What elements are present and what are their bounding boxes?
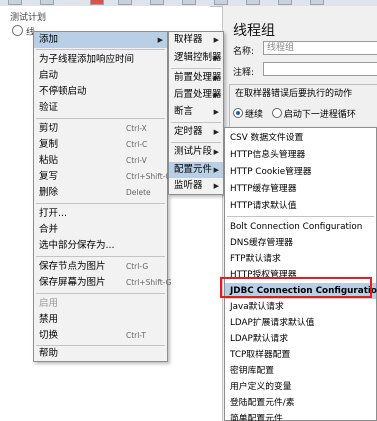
config-element-submenu: CSV 数据文件设置 HTTP信息头管理器 HTTP Cookie管理器 HTT… (224, 127, 377, 421)
error-action-options: 继续 启动下一进程循环 (233, 107, 356, 120)
toolbar-button[interactable] (278, 0, 292, 5)
menu-separator (171, 68, 221, 69)
config-item-java-request-defaults[interactable]: Java默认请求 (225, 299, 376, 315)
config-item-http-cache-manager[interactable]: HTTP缓存管理器 (225, 181, 376, 197)
tree-node-label: 测试计划 (10, 13, 47, 23)
toolbar-button[interactable] (214, 0, 228, 5)
submenu-arrow-icon: ▶ (213, 166, 219, 174)
submenu-arrow-icon: ▶ (213, 148, 219, 156)
submenu-item-sampler[interactable]: 取样器 ▶ (169, 32, 223, 48)
menu-item-merge[interactable]: 合并 (34, 222, 167, 238)
toolbar-button[interactable] (90, 0, 104, 5)
submenu-item-config-element[interactable]: 配置元件 ▶ (169, 162, 223, 178)
menu-separator (36, 203, 165, 204)
toolbar-button[interactable] (40, 0, 54, 5)
tree-node-thread-group[interactable]: 线 (12, 25, 35, 38)
menu-item-disable[interactable]: 禁用 (34, 312, 167, 328)
menu-item-add-response-time[interactable]: 为子线程添加响应时间 (34, 52, 167, 68)
menu-item-delete[interactable]: 删除 Delete (34, 185, 167, 201)
submenu-arrow-icon: ▶ (213, 128, 219, 136)
config-item-simple-config[interactable]: 简单配置元件 (225, 411, 376, 421)
config-item-http-header-manager[interactable]: HTTP信息头管理器 (225, 147, 376, 163)
menu-item-add[interactable]: 添加 ▶ (34, 32, 167, 48)
gear-icon (12, 25, 23, 36)
submenu-item-listener[interactable]: 监听器 ▶ (169, 178, 223, 194)
name-label: 名称: (233, 47, 255, 57)
toolbar-button[interactable] (8, 0, 22, 5)
menu-item-toggle[interactable]: 切换 Ctrl-T (34, 328, 167, 344)
config-item-http-request-defaults[interactable]: HTTP请求默认值 (225, 198, 376, 214)
config-item-keystore-config[interactable]: 密钥库配置 (225, 363, 376, 379)
add-submenu: 取样器 ▶ 逻辑控制器 ▶ 前置处理器 ▶ 后置处理器 ▶ 断言 ▶ 定时器 ▶ 测试片段 ▶… (168, 31, 224, 195)
submenu-item-logic-controller[interactable]: 逻辑控制器 ▶ (169, 50, 223, 66)
menu-item-save-node-image[interactable]: 保存节点为图片 Ctrl-G (34, 259, 167, 275)
menu-item-save-screen-image[interactable]: 保存屏幕为图片 Ctrl+Shift-G (34, 275, 171, 291)
submenu-item-timer[interactable]: 定时器 ▶ (169, 124, 223, 140)
context-menu: 添加 ▶ 为子线程添加响应时间 启动 不停顿启动 验证 剪切 Ctrl-X 复制 Ct… (33, 31, 171, 362)
config-item-bolt-connection[interactable]: Bolt Connection Configuration (225, 219, 376, 235)
menu-separator (171, 122, 221, 123)
menu-item-duplicate[interactable]: 复写 Ctrl+Shift-C (34, 169, 171, 185)
radio-selected-icon (233, 108, 243, 118)
submenu-arrow-icon: ▶ (213, 74, 219, 82)
config-item-dns-cache-manager[interactable]: DNS缓存管理器 (225, 235, 376, 251)
jdbc-highlight-callout (220, 277, 372, 298)
name-field[interactable]: 线程组 (263, 41, 377, 55)
menu-item-start-no-pause[interactable]: 不停顿启动 (34, 84, 167, 100)
menu-item-validate[interactable]: 验证 (34, 100, 167, 116)
menu-separator (171, 142, 221, 143)
menu-separator (36, 118, 165, 119)
toolbar-button[interactable] (310, 0, 324, 5)
menu-separator (36, 256, 165, 257)
menu-item-cut[interactable]: 剪切 Ctrl-X (34, 121, 167, 137)
menu-item-paste[interactable]: 粘贴 Ctrl-V (34, 153, 167, 169)
submenu-item-post-processor[interactable]: 后置处理器 ▶ (169, 87, 223, 103)
submenu-item-pre-processor[interactable]: 前置处理器 ▶ (169, 70, 223, 86)
menu-item-open[interactable]: 打开... (34, 206, 167, 222)
radio-next-loop[interactable]: 启动下一进程循环 (271, 108, 356, 120)
toolbar-button[interactable] (246, 0, 260, 5)
submenu-arrow-icon: ▶ (213, 91, 219, 99)
config-item-tcp-sampler-config[interactable]: TCP取样器配置 (225, 347, 376, 363)
comment-field[interactable] (263, 62, 377, 76)
submenu-item-assertion[interactable]: 断言 ▶ (169, 104, 223, 120)
menu-item-help[interactable]: 帮助 (34, 346, 167, 362)
submenu-arrow-icon: ▶ (213, 108, 219, 116)
comment-label: 注释: (233, 68, 255, 78)
menu-item-start[interactable]: 启动 (34, 68, 167, 84)
toolbar-button[interactable] (150, 0, 164, 5)
tree-node-test-plan[interactable]: 测试计划 (10, 12, 46, 25)
toolbar-button[interactable] (182, 0, 196, 5)
group-title: 在取样器错误后要执行的动作 (233, 86, 355, 99)
radio-icon (271, 108, 282, 118)
submenu-arrow-icon: ▶ (213, 182, 219, 190)
config-item-csv-data-set[interactable]: CSV 数据文件设置 (225, 130, 376, 146)
submenu-arrow-icon: ▶ (213, 36, 219, 44)
submenu-arrow-icon: ▶ (157, 36, 163, 44)
menu-separator (227, 216, 374, 217)
menu-separator (36, 49, 165, 50)
config-item-ldap-request-defaults[interactable]: LDAP默认请求 (225, 331, 376, 347)
menu-item-copy[interactable]: 复制 Ctrl-C (34, 137, 167, 153)
submenu-item-test-fragment[interactable]: 测试片段 ▶ (169, 144, 223, 160)
radio-label: 继续 (245, 110, 264, 120)
submenu-arrow-icon: ▶ (213, 54, 219, 62)
page-title: 线程组 (233, 23, 275, 39)
menu-item-enable: 启用 (39, 298, 59, 309)
config-item-ftp-request-defaults[interactable]: FTP默认请求 (225, 251, 376, 267)
menu-item-save-selection[interactable]: 选中部分保存为... (34, 238, 167, 254)
radio-continue[interactable]: 继续 (233, 108, 264, 120)
config-item-user-defined-variables[interactable]: 用户定义的变量 (225, 379, 376, 395)
config-item-ldap-extended-defaults[interactable]: LDAP扩展请求默认值 (225, 315, 376, 331)
menu-separator (36, 293, 165, 294)
radio-label: 启动下一进程循环 (283, 110, 356, 120)
config-item-login-config[interactable]: 登陆配置元件/素 (225, 395, 376, 411)
config-item-http-cookie-manager[interactable]: HTTP Cookie管理器 (225, 164, 376, 180)
toolbar-button[interactable] (118, 0, 132, 5)
